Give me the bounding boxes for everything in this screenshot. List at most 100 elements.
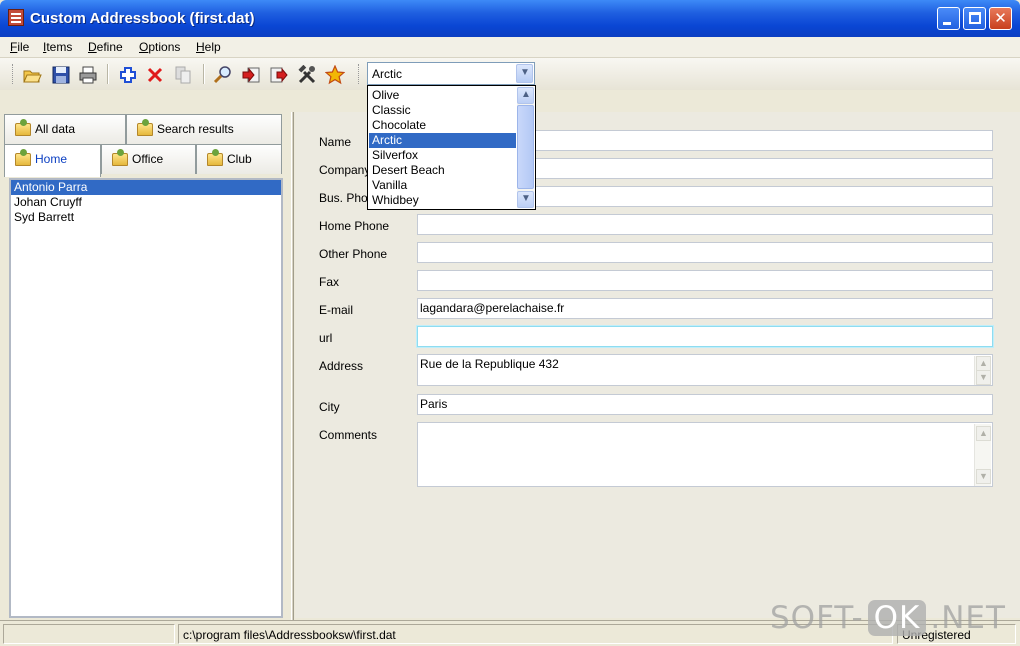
url-field[interactable] xyxy=(417,326,993,347)
list-item[interactable]: Syd Barrett xyxy=(11,210,281,225)
open-folder-icon[interactable] xyxy=(22,65,42,85)
menu-bar: File Items Define Options Help xyxy=(0,37,1020,58)
tab-office[interactable]: Office xyxy=(101,144,196,174)
theme-option[interactable]: Classic xyxy=(369,103,516,118)
export-icon[interactable] xyxy=(269,65,289,85)
favorite-star-icon[interactable] xyxy=(324,64,346,85)
menu-options[interactable]: Options xyxy=(139,40,180,54)
menu-file[interactable]: File xyxy=(10,40,29,54)
chevron-up-icon[interactable]: ▲ xyxy=(976,426,991,441)
tab-label: Home xyxy=(35,152,68,166)
fax-label: Fax xyxy=(319,275,340,289)
theme-option[interactable]: Desert Beach xyxy=(369,163,516,178)
chevron-down-icon[interactable]: ▼ xyxy=(976,370,991,385)
comments-scrollbar[interactable]: ▲ ▼ xyxy=(974,424,991,486)
toolbar-grip xyxy=(12,64,15,84)
theme-option[interactable]: Chocolate xyxy=(369,118,516,133)
scroll-down-button[interactable]: ▼ xyxy=(517,191,534,208)
home-phone-field[interactable] xyxy=(417,214,993,235)
comments-label: Comments xyxy=(319,428,378,442)
maximize-button[interactable] xyxy=(963,7,986,30)
email-label: E-mail xyxy=(319,303,354,317)
theme-option[interactable]: Olive xyxy=(369,88,516,103)
splitter[interactable] xyxy=(291,112,294,620)
theme-options: Olive Classic Chocolate Arctic Silverfox Dese… xyxy=(369,88,516,208)
watermark-left: SOFT- xyxy=(770,600,864,636)
chevron-down-icon: ▼ xyxy=(520,67,530,78)
minimize-icon xyxy=(943,22,951,25)
dropdown-scrollbar[interactable]: ▲ ▼ xyxy=(517,87,534,208)
tab-label: Search results xyxy=(157,122,234,136)
theme-option[interactable]: Vanilla xyxy=(369,178,516,193)
address-label: Address xyxy=(319,359,364,373)
company-label: Company xyxy=(319,163,371,177)
theme-option[interactable]: Arctic xyxy=(369,133,516,148)
address-text: Rue de la Republique 432 xyxy=(420,357,559,371)
contact-list[interactable]: Antonio Parra Johan Cruyff Syd Barrett xyxy=(9,178,283,618)
copy-icon[interactable] xyxy=(173,65,193,85)
tab-all-data[interactable]: All data xyxy=(4,114,126,144)
tools-icon[interactable] xyxy=(297,64,317,85)
address-scrollbar[interactable]: ▲ ▼ xyxy=(974,356,991,385)
name-label: Name xyxy=(319,135,352,149)
title-bar: Custom Addressbook (first.dat) ✕ xyxy=(0,0,1020,37)
chevron-down-icon[interactable]: ▼ xyxy=(976,469,991,484)
theme-select-button[interactable]: ▼ xyxy=(516,64,533,83)
scroll-thumb[interactable] xyxy=(517,105,534,189)
maximize-icon xyxy=(969,12,981,24)
theme-select-value: Arctic xyxy=(372,67,402,81)
home-phone-label: Home Phone xyxy=(319,219,390,233)
comments-field[interactable]: ▲ ▼ xyxy=(417,422,993,487)
left-panel: All data Search results Home Office Club… xyxy=(4,114,286,618)
other-phone-label: Other Phone xyxy=(319,247,388,261)
tab-label: All data xyxy=(35,122,76,136)
import-icon[interactable] xyxy=(241,65,261,85)
watermark-right: .NET xyxy=(930,600,1006,636)
folder-icon xyxy=(112,149,128,166)
tab-club[interactable]: Club xyxy=(196,144,282,174)
toolbar-separator xyxy=(203,64,204,84)
theme-select[interactable]: Arctic ▼ xyxy=(367,62,535,85)
tab-label: Club xyxy=(227,152,252,166)
list-item[interactable]: Johan Cruyff xyxy=(11,195,281,210)
toolbar-grip xyxy=(358,64,361,84)
delete-icon[interactable] xyxy=(145,65,165,85)
address-field[interactable]: Rue de la Republique 432 ▲ ▼ xyxy=(417,354,993,386)
city-field[interactable]: Paris xyxy=(417,394,993,415)
scroll-up-button[interactable]: ▲ xyxy=(517,87,534,104)
fax-field[interactable] xyxy=(417,270,993,291)
theme-dropdown-list: Olive Classic Chocolate Arctic Silverfox Dese… xyxy=(367,85,536,210)
minimize-button[interactable] xyxy=(937,7,960,30)
url-label: url xyxy=(319,331,333,345)
print-icon[interactable] xyxy=(78,65,98,85)
chevron-up-icon: ▲ xyxy=(521,89,531,100)
chevron-down-icon: ▼ xyxy=(521,193,531,204)
toolbar-separator xyxy=(107,64,108,84)
city-label: City xyxy=(319,400,340,414)
save-icon[interactable] xyxy=(51,65,71,85)
tab-label: Office xyxy=(132,152,164,166)
app-icon xyxy=(8,9,24,26)
theme-option[interactable]: Silverfox xyxy=(369,148,516,163)
menu-define[interactable]: Define xyxy=(88,40,123,54)
tab-home[interactable]: Home xyxy=(4,144,101,177)
folder-icon xyxy=(15,119,31,136)
email-field[interactable]: lagandara@perelachaise.fr xyxy=(417,298,993,319)
menu-help[interactable]: Help xyxy=(196,40,221,54)
chevron-up-icon[interactable]: ▲ xyxy=(976,356,991,371)
folder-icon xyxy=(15,149,31,166)
status-panel-empty xyxy=(3,624,175,644)
watermark-mid: OK xyxy=(867,600,927,636)
other-phone-field[interactable] xyxy=(417,242,993,263)
folder-icon xyxy=(207,149,223,166)
close-button[interactable]: ✕ xyxy=(989,7,1012,30)
folder-icon xyxy=(137,119,153,136)
tab-search-results[interactable]: Search results xyxy=(126,114,282,144)
theme-option[interactable]: Whidbey xyxy=(369,193,516,208)
add-icon[interactable] xyxy=(118,65,138,85)
window-title: Custom Addressbook (first.dat) xyxy=(30,10,255,27)
menu-items[interactable]: Items xyxy=(43,40,72,54)
search-icon[interactable] xyxy=(213,65,233,85)
list-item[interactable]: Antonio Parra xyxy=(11,180,281,195)
watermark: SOFT- OK .NET xyxy=(770,600,1006,640)
